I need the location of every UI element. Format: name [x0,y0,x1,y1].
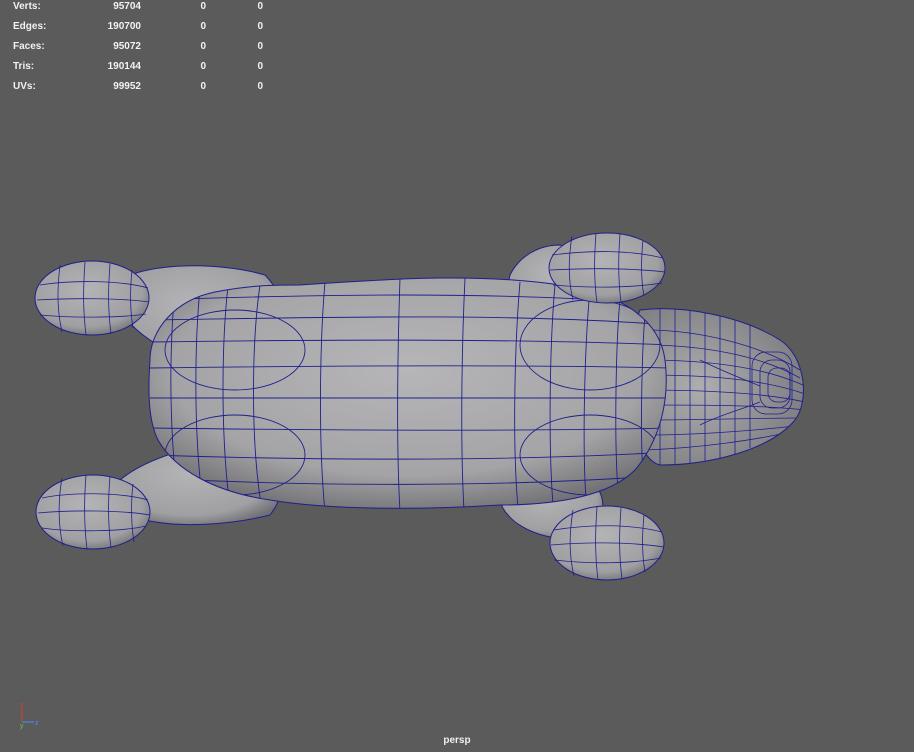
dog-mesh[interactable] [0,0,914,752]
camera-name-label: persp [443,735,471,746]
axis-gizmo: x y z [20,702,39,730]
dog-body [148,277,667,509]
paw-front-lower [549,505,665,581]
paw-hind-upper [34,260,150,336]
z-axis-label: z [35,720,39,727]
x-axis-label: x [20,702,24,709]
paw-front-upper [548,232,666,304]
paw-hind-lower [35,474,151,550]
y-axis-label: y [20,723,24,730]
perspective-viewport[interactable]: Verts: 95704 0 0 Edges: 190700 0 0 Faces… [0,0,914,752]
